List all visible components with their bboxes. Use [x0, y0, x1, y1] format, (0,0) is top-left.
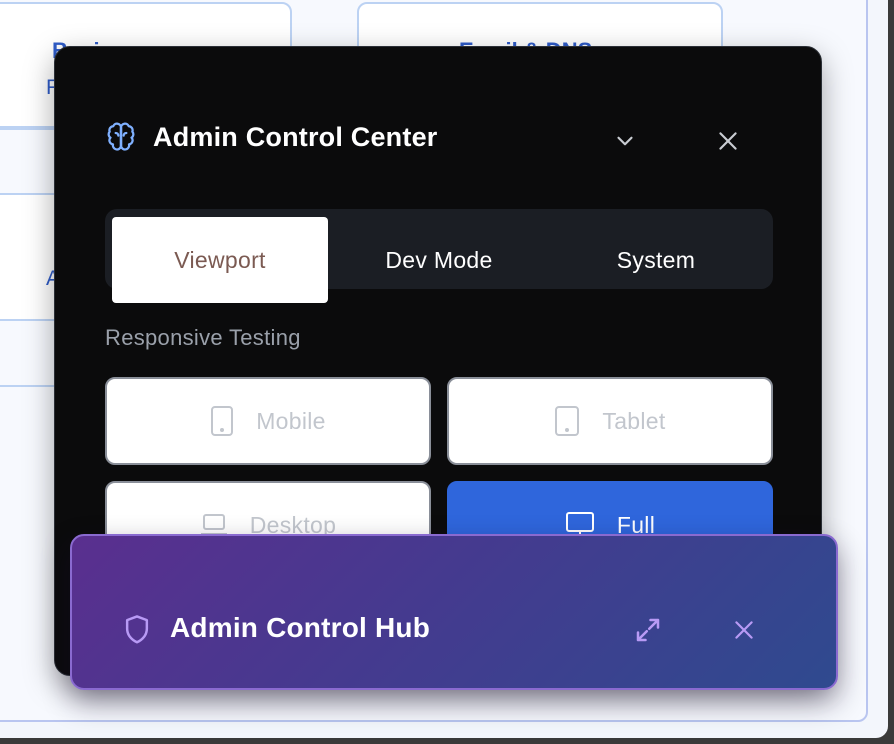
- device-label: Tablet: [602, 407, 666, 434]
- device-label: Mobile: [256, 407, 326, 434]
- tab-system[interactable]: System: [548, 217, 764, 303]
- close-button[interactable]: [708, 121, 748, 161]
- background-divider: [0, 128, 60, 130]
- hub-title: Admin Control Hub: [170, 612, 431, 643]
- dialog-title: Admin Control Center: [153, 121, 438, 152]
- tab-viewport[interactable]: Viewport: [112, 217, 328, 303]
- expand-button[interactable]: [628, 610, 668, 650]
- mobile-button[interactable]: Mobile: [105, 377, 431, 465]
- background-divider: [0, 385, 60, 387]
- section-label: Responsive Testing: [105, 325, 301, 350]
- hub-close-button[interactable]: [724, 610, 764, 650]
- brain-icon: [105, 121, 137, 153]
- shield-icon: [122, 614, 152, 646]
- app-page: Business F Email & DNS A Admin Control C…: [0, 0, 888, 738]
- tablet-button[interactable]: Tablet: [447, 377, 773, 465]
- collapse-button[interactable]: [605, 121, 645, 161]
- expand-icon: [633, 615, 663, 645]
- tablet-icon: [554, 405, 602, 437]
- tab-bar: Viewport Dev Mode System: [105, 209, 773, 303]
- admin-control-hub-bar: Admin Control Hub: [70, 534, 838, 690]
- tab-dev-mode[interactable]: Dev Mode: [331, 217, 547, 303]
- chevron-down-icon: [612, 128, 638, 154]
- dialog-header: Admin Control Center: [105, 121, 438, 153]
- close-icon: [715, 128, 741, 154]
- close-icon: [731, 617, 757, 643]
- phone-icon: [210, 405, 256, 437]
